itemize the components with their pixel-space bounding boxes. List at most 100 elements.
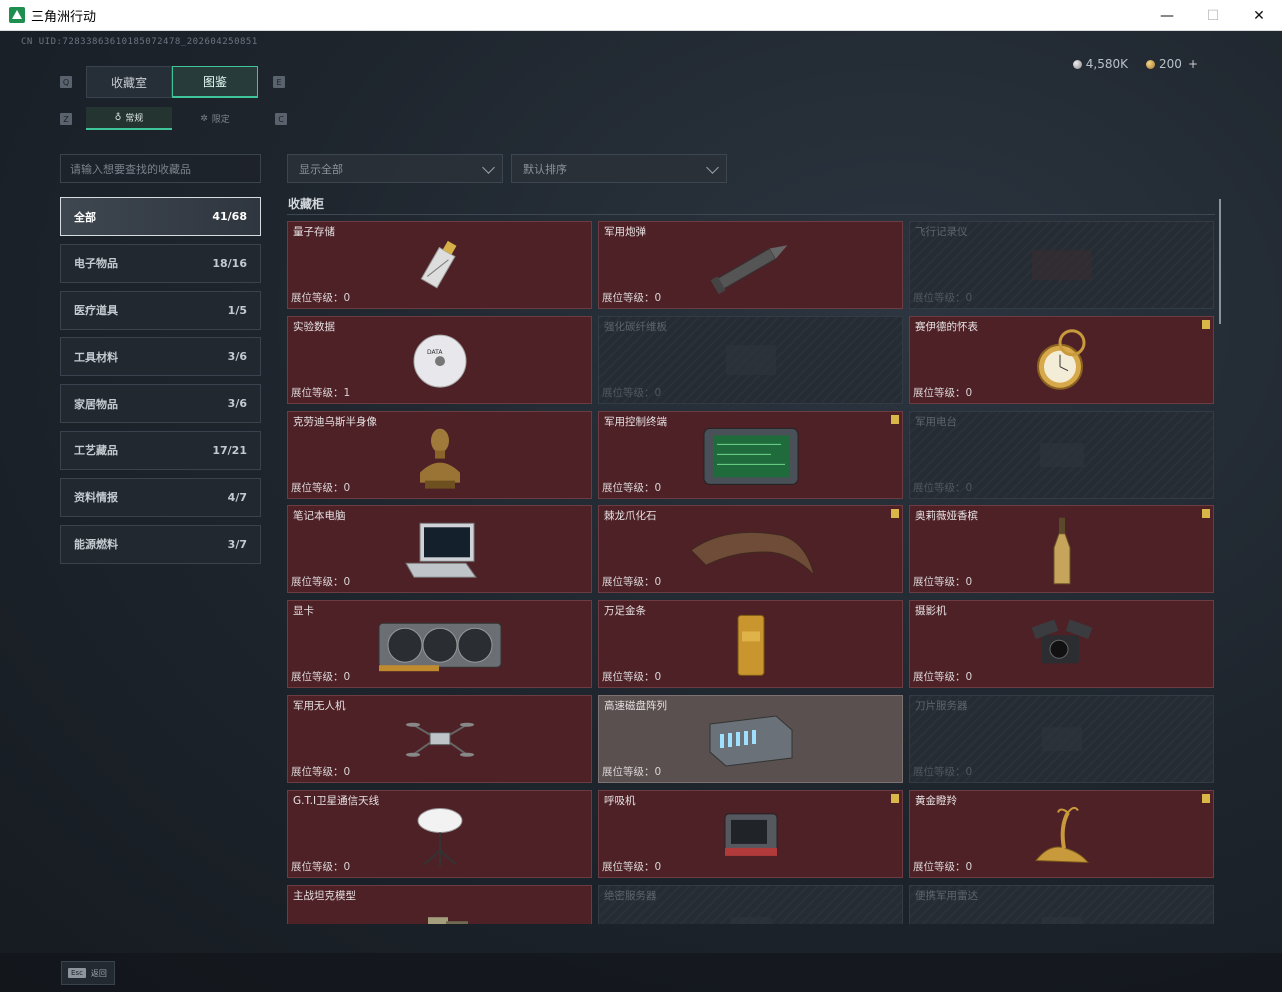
show-filter-dropdown[interactable]: 显示全部 (287, 154, 503, 183)
card-name: 高速磁盘阵列 (604, 699, 667, 712)
card-name: 飞行记录仪 (915, 226, 968, 238)
collection-card[interactable]: 摄影机 展位等级：0 (909, 600, 1214, 689)
drone-icon (405, 715, 475, 769)
collection-card[interactable]: 军用炮弹 展位等级：0 (598, 221, 903, 309)
currency-bar: 4,580K 200 + (1072, 57, 1198, 71)
limited-icon: ✲ (200, 113, 208, 124)
close-button[interactable]: ✕ (1236, 0, 1282, 31)
sort-dropdown[interactable]: 默认排序 (511, 154, 727, 183)
blade-server-icon (1032, 719, 1092, 763)
collection-card[interactable]: G.T.I卫星通信天线 展位等级：0 (287, 789, 592, 878)
add-currency-button[interactable]: + (1188, 57, 1198, 71)
level-value: 0 (654, 576, 662, 589)
radar-icon (1032, 909, 1092, 924)
key-hint-e: E (273, 76, 285, 88)
category-intel[interactable]: 资料情报 4/7 (60, 477, 261, 517)
category-label: 工具材料 (74, 350, 118, 364)
collection-card[interactable]: 克劳迪乌斯半身像 展位等级：0 (287, 410, 592, 499)
collection-card[interactable]: 高速磁盘阵列 展位等级：0 (598, 694, 903, 783)
window-title: 三角洲行动 (31, 9, 97, 25)
collection-card[interactable]: 飞行记录仪 展位等级：0 (909, 221, 1214, 309)
tab-collection-room[interactable]: 收藏室 (86, 66, 172, 98)
grid-scrollbar[interactable] (1219, 199, 1221, 324)
category-crafts[interactable]: 工艺藏品 17/21 (60, 430, 261, 470)
collection-card[interactable]: 强化碳纤维板 展位等级：0 (598, 315, 903, 404)
chevron-down-icon (706, 161, 719, 174)
level-prefix: 展位等级： (291, 860, 344, 873)
card-name: 棘龙爪化石 (604, 510, 657, 523)
back-button[interactable]: Esc 返回 (61, 961, 115, 985)
level-prefix: 展位等级： (291, 386, 344, 399)
gpu-icon (375, 615, 505, 679)
category-energy[interactable]: 能源燃料 3/7 (60, 524, 261, 564)
key-hint-z: Z (60, 113, 72, 125)
carbon-plate-icon (721, 340, 781, 384)
new-flag-icon (891, 793, 899, 803)
level-prefix: 展位等级： (913, 860, 966, 873)
collection-card[interactable]: 刀片服务器 展位等级：0 (909, 694, 1214, 783)
collection-card[interactable]: 主战坦克模型展位等级：0 (287, 884, 592, 924)
tab-catalog[interactable]: 图鉴 (172, 66, 258, 98)
card-name: 便携军用雷达 (915, 889, 978, 902)
category-label: 工艺藏品 (74, 444, 118, 458)
new-flag-icon (1202, 319, 1210, 329)
window-titlebar: 三角洲行动 — ☐ ✕ (0, 0, 1282, 31)
category-electronics[interactable]: 电子物品 18/16 (60, 243, 261, 283)
collection-card[interactable]: 奥莉薇娅香槟 展位等级：0 (909, 505, 1214, 594)
card-level: 展位等级：0 (291, 574, 350, 589)
collection-card[interactable]: 军用控制终端 展位等级：0 (598, 410, 903, 499)
silver-coin-icon (1072, 60, 1082, 69)
category-all[interactable]: 全部 41/68 (60, 197, 261, 236)
minimize-button[interactable]: — (1144, 0, 1190, 31)
collection-card[interactable]: 万足金条 展位等级：0 (598, 600, 903, 689)
collection-card[interactable]: 笔记本电脑展位等级：0 (287, 505, 592, 594)
section-divider (287, 214, 1215, 215)
maximize-button[interactable]: ☐ (1190, 0, 1236, 31)
usb-drive-icon (410, 238, 470, 297)
search-input[interactable]: 请输入想要查找的收藏品 (60, 154, 261, 183)
collection-card[interactable]: 量子存储 展位等级：0 (287, 221, 592, 309)
level-prefix: 展位等级： (913, 576, 966, 589)
gold-amount: 200 (1159, 57, 1182, 71)
back-label: 返回 (90, 968, 107, 978)
level-value: 1 (343, 386, 351, 399)
collection-card[interactable]: 呼吸机 展位等级：0 (598, 789, 903, 878)
new-flag-icon (1202, 509, 1210, 519)
card-level: 展位等级：0 (602, 480, 661, 495)
level-value: 0 (343, 671, 351, 684)
bust-icon (415, 422, 465, 494)
category-label: 能源燃料 (74, 538, 118, 552)
collection-grid-viewport: 量子存储 展位等级：0 军用炮弹 展位等级：0 飞行记录仪 展位等级：0 实验数据 DATA 展… (287, 221, 1217, 924)
tab-regular-label: 常规 (125, 114, 144, 124)
category-household[interactable]: 家居物品 3/6 (60, 384, 261, 424)
collection-card[interactable]: 赛伊德的怀表 展位等级：0 (909, 315, 1214, 404)
camera-icon (1027, 615, 1097, 679)
card-level: 展位等级：0 (291, 764, 350, 779)
card-name: 笔记本电脑 (293, 510, 346, 523)
gold-bar-icon (735, 614, 767, 682)
collection-card[interactable]: 军用无人机 展位等级：0 (287, 694, 592, 783)
category-tools[interactable]: 工具材料 3/6 (60, 337, 261, 377)
collection-card[interactable]: 军用电台 展位等级：0 (909, 410, 1214, 499)
category-count: 17/21 (212, 443, 247, 457)
laptop-icon (400, 520, 480, 586)
disc-icon: DATA (411, 332, 469, 394)
collection-card[interactable]: 棘龙爪化石 展位等级：0 (598, 505, 903, 594)
level-value: 0 (343, 292, 351, 304)
gold-gazelle-icon (1030, 802, 1094, 872)
sort-value: 默认排序 (523, 162, 567, 176)
collection-card[interactable]: 实验数据 DATA 展位等级：1 (287, 315, 592, 404)
tab-regular[interactable]: ♁ 常规 (86, 107, 172, 130)
collection-card[interactable]: 显卡 展位等级：0 (287, 600, 592, 689)
silver-amount: 4,580K (1085, 57, 1129, 71)
collection-card[interactable]: 便携军用雷达展位等级：0 (909, 884, 1214, 924)
category-medical[interactable]: 医疗道具 1/5 (60, 290, 261, 330)
category-label: 资料情报 (74, 491, 118, 505)
collection-card[interactable]: 绝密服务器展位等级：0 (598, 884, 903, 924)
gold-currency[interactable]: 200 + (1146, 57, 1198, 71)
level-value: 0 (343, 860, 351, 873)
tab-limited[interactable]: ✲ 限定 (172, 107, 258, 130)
collection-card[interactable]: 黄金瞪羚 展位等级：0 (909, 789, 1214, 878)
category-count: 4/7 (227, 490, 247, 504)
gold-coin-icon (1146, 60, 1156, 69)
